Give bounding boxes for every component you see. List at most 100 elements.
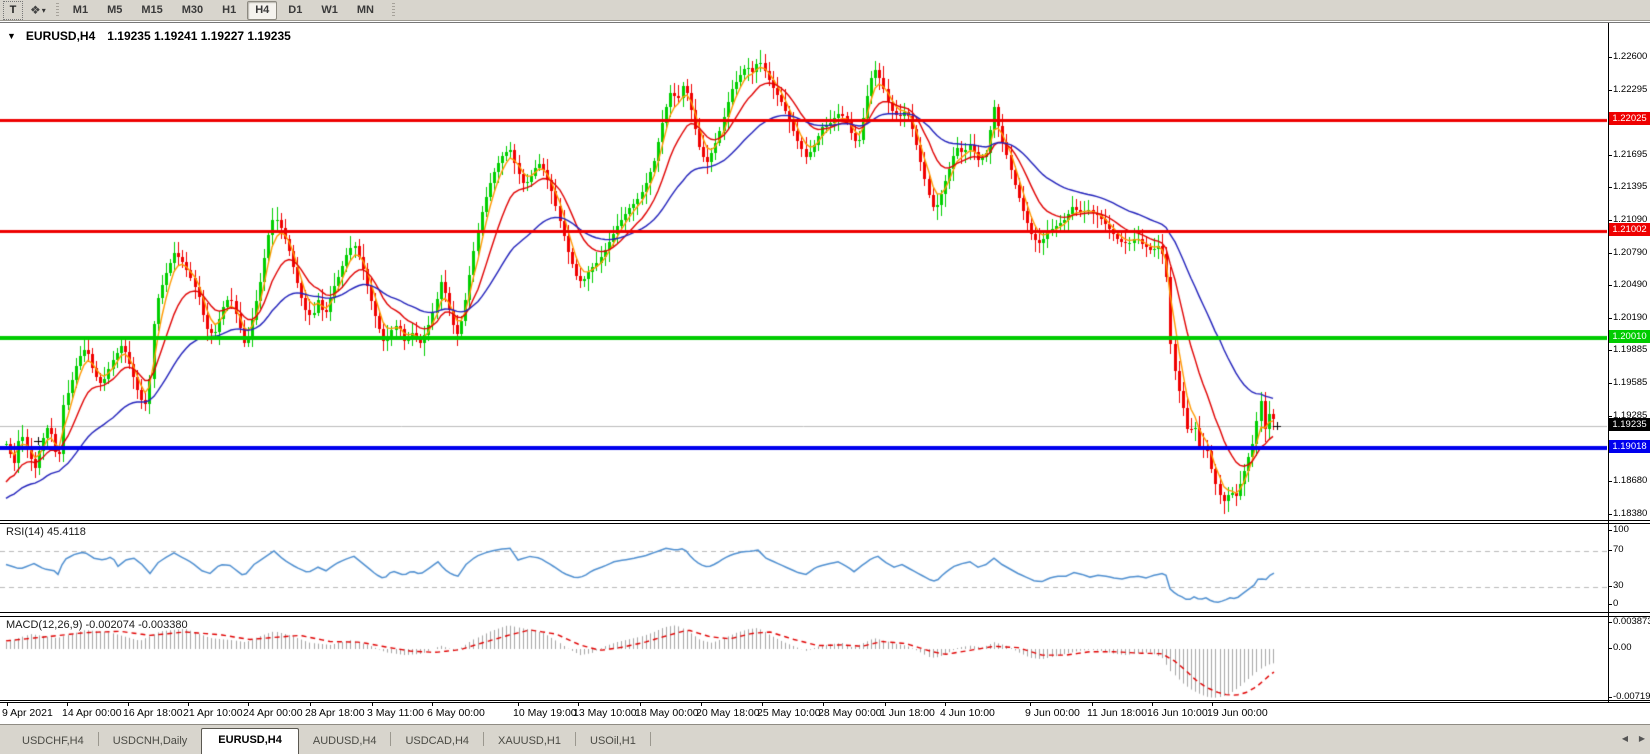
time-tick [1092,702,1093,706]
price-axis-label: 1.20190 [1613,312,1647,323]
rsi-axis-label: 0 [1613,598,1618,609]
time-axis-label: 19 Jun 00:00 [1207,707,1268,719]
timeframe-button-w1[interactable]: W1 [313,1,346,20]
price-tick [1608,514,1612,515]
time-axis-label: 25 May 10:00 [757,707,821,719]
symbol-tab-usdchf[interactable]: USDCHF,H4 [8,730,98,754]
price-axis-label: 1.21695 [1613,149,1647,160]
price-tick [1608,220,1612,221]
time-tick [128,702,129,706]
time-tick [640,702,641,706]
price-axis-label: 1.18380 [1613,508,1647,519]
time-tick [248,702,249,706]
chart-menu-icon[interactable]: ▼ [7,31,16,41]
time-tick [762,702,763,706]
time-tick [372,702,373,706]
price-tick [1608,383,1612,384]
time-axis-label: 3 May 11:00 [367,707,424,719]
timeframe-button-h4[interactable]: H4 [247,1,277,20]
time-axis-label: 28 Apr 18:00 [305,707,365,719]
time-tick [188,702,189,706]
hline-price-label: 1.20010 [1609,330,1650,343]
current-price-label: 1.19235 [1609,418,1650,431]
price-tick [1608,187,1612,188]
rsi-pane-canvas[interactable] [0,525,1607,613]
price-tick [1608,481,1612,482]
chart-ohlc-values: 1.19235 1.19241 1.19227 1.19235 [107,29,291,43]
price-tick [1608,318,1612,319]
rsi-tick [1608,530,1612,531]
time-axis-label: 14 Apr 00:00 [62,707,122,719]
text-tool-button[interactable]: T [3,1,23,20]
toolbar-grip2 [392,3,395,18]
price-axis-label: 1.22295 [1613,84,1647,95]
chart-symbol-period: EURUSD,H4 [26,29,95,43]
price-tick [1608,155,1612,156]
time-tick [885,702,886,706]
tab-scroll-right-button[interactable]: ▶ [1635,730,1649,746]
timeframe-button-m15[interactable]: M15 [133,1,170,20]
time-tick [945,702,946,706]
rsi-axis-label: 100 [1613,524,1629,535]
symbol-tab-usoil[interactable]: USOil,H1 [576,730,650,754]
timeframe-button-mn[interactable]: MN [349,1,382,20]
price-tick [1608,350,1612,351]
macd-tick [1608,622,1612,623]
rsi-tick [1608,604,1612,605]
symbol-tab-eurusd[interactable]: EURUSD,H4 [201,728,299,754]
symbol-tab-xauusd[interactable]: XAUUSD,H1 [484,730,575,754]
price-axis-label: 1.21395 [1613,181,1647,192]
symbol-tab-bar: USDCHF,H4USDCNH,DailyEURUSD,H4AUDUSD,H4U… [0,724,1650,754]
time-axis-label: 18 May 00:00 [635,707,699,719]
price-axis-label: 1.20490 [1613,279,1647,290]
timeframe-button-m5[interactable]: M5 [99,1,130,20]
time-tick [1212,702,1213,706]
time-tick [1152,702,1153,706]
mt4-terminal: T ❖ ▾ M1M5M15M30H1H4D1W1MN ▼ EURUSD,H4 1… [0,0,1650,754]
macd-label: MACD(12,26,9) -0.002074 -0.003380 [6,619,188,631]
price-tick [1608,90,1612,91]
price-axis-label: 1.19885 [1613,344,1647,355]
price-tick [1608,253,1612,254]
rsi-axis-label: 70 [1613,544,1624,555]
toolbar: T ❖ ▾ M1M5M15M30H1H4D1W1MN [0,0,1650,21]
price-axis-label: 1.22600 [1613,51,1647,62]
chart-window [0,22,1650,705]
time-axis-label: 11 Jun 18:00 [1087,707,1147,719]
symbol-tab-usdcnh[interactable]: USDCNH,Daily [99,730,202,754]
tab-scroll-left-button[interactable]: ◀ [1618,730,1632,746]
rsi-tick [1608,550,1612,551]
timeframe-button-h1[interactable]: H1 [214,1,244,20]
cursor-tool-icon[interactable]: ❖ [30,3,41,17]
price-axis-label: 1.20790 [1613,247,1647,258]
time-axis-label: 16 Jun 10:00 [1147,707,1208,719]
time-tick [310,702,311,706]
pane-separator-1[interactable] [0,520,1650,524]
rsi-axis-label: 30 [1613,580,1624,591]
time-axis-label: 28 May 00:00 [818,707,882,719]
timeframe-button-d1[interactable]: D1 [280,1,310,20]
chart-title: ▼ EURUSD,H4 1.19235 1.19241 1.19227 1.19… [7,29,291,43]
time-tick [578,702,579,706]
symbol-tab-audusd[interactable]: AUDUSD,H4 [299,730,391,754]
timeframe-buttons: M1M5M15M30H1H4D1W1MN [65,1,382,20]
time-axis-label: 9 Apr 2021 [2,707,53,719]
symbol-tab-usdcad[interactable]: USDCAD,H4 [391,730,483,754]
pane-separator-2[interactable] [0,612,1650,617]
hline-price-label: 1.21002 [1609,223,1650,236]
time-tick [67,702,68,706]
timeframe-button-m1[interactable]: M1 [65,1,96,20]
macd-pane-canvas[interactable] [0,618,1607,701]
chevron-down-icon[interactable]: ▾ [42,6,46,15]
time-axis-label: 1 Jun 18:00 [880,707,935,719]
time-tick [518,702,519,706]
main-chart-canvas[interactable] [0,24,1607,521]
time-axis-label: 4 Jun 10:00 [940,707,995,719]
rsi-label: RSI(14) 45.4118 [6,526,86,538]
price-tick [1608,285,1612,286]
hline-price-label: 1.19018 [1609,440,1650,453]
toolbar-grip [56,3,59,18]
hline-price-label: 1.22025 [1609,112,1650,125]
time-tick [432,702,433,706]
timeframe-button-m30[interactable]: M30 [174,1,211,20]
